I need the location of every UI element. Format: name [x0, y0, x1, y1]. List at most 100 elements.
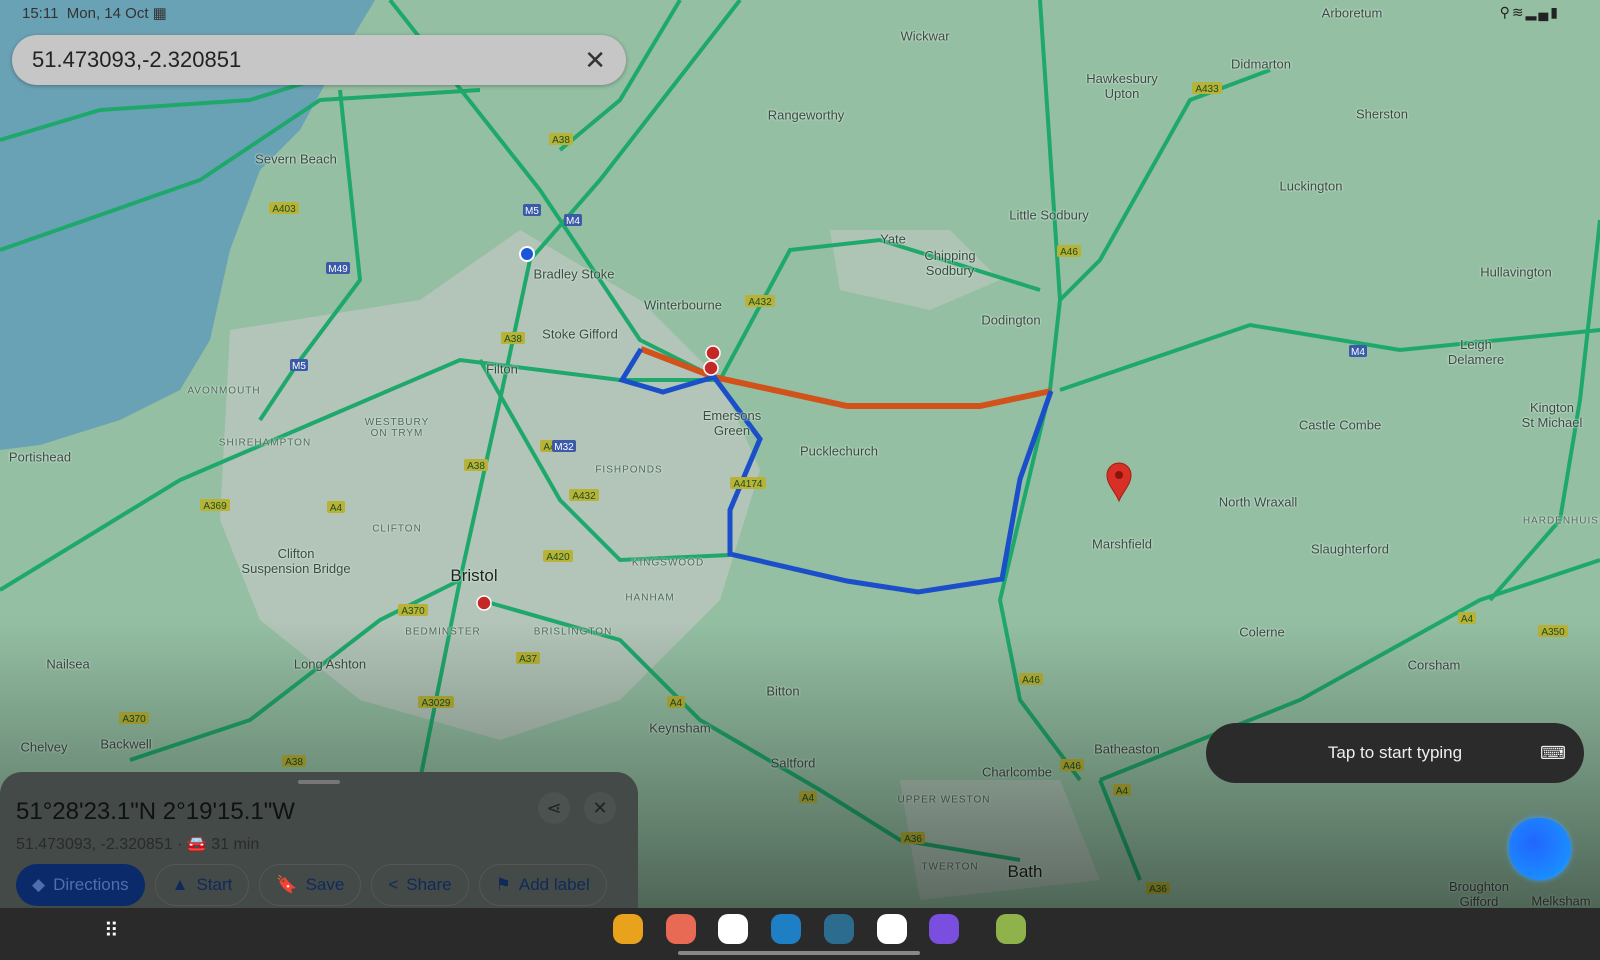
share-button[interactable]: < Share [371, 864, 469, 906]
place-label[interactable]: Castle Combe [1299, 418, 1381, 433]
close-icon[interactable]: ✕ [584, 45, 606, 76]
place-label[interactable]: Emersons Green [703, 408, 762, 438]
place-label[interactable]: FISHPONDS [595, 465, 662, 476]
place-label[interactable]: HARDENHUISH [1523, 516, 1600, 527]
dock-app-icon[interactable] [666, 914, 696, 944]
home-indicator[interactable] [678, 951, 920, 955]
place-label[interactable]: Bradley Stoke [534, 267, 615, 282]
road-shield: A38 [464, 459, 488, 472]
svg-text:A46: A46 [1060, 247, 1078, 258]
place-label[interactable]: Wickwar [900, 29, 949, 44]
svg-text:M4: M4 [566, 216, 580, 227]
place-label[interactable]: Winterbourne [644, 298, 722, 313]
place-label[interactable]: Dodington [981, 313, 1040, 328]
place-label[interactable]: SHIREHAMPTON [219, 438, 311, 449]
place-label[interactable]: Bath [1008, 862, 1043, 882]
app-drawer-icon[interactable]: ⠿ [104, 918, 119, 943]
drive-time: 31 min [211, 836, 260, 853]
drag-handle[interactable] [298, 780, 340, 784]
search-input[interactable] [32, 47, 585, 73]
place-label[interactable]: Pucklechurch [800, 444, 878, 459]
place-label[interactable]: Marshfield [1092, 537, 1152, 552]
directions-button[interactable]: ◆ Directions [16, 864, 145, 906]
place-label[interactable]: Filton [486, 362, 518, 377]
road-shield: A36 [901, 832, 925, 845]
place-label[interactable]: Bristol [450, 566, 497, 586]
dock-app-icon[interactable] [996, 914, 1026, 944]
car-icon: 🚘 [186, 836, 207, 853]
start-button[interactable]: ▲ Start [154, 864, 250, 906]
road-shield: M4 [564, 214, 582, 227]
dock-app-icon[interactable] [929, 914, 959, 944]
share-icon[interactable]: ⋖ [538, 792, 570, 824]
road-shield: A432 [745, 295, 775, 308]
svg-text:A370: A370 [122, 714, 146, 725]
place-label[interactable]: Hullavington [1480, 265, 1552, 280]
place-label[interactable]: Stoke Gifford [542, 327, 618, 342]
place-label[interactable]: KINGSWOOD [632, 558, 704, 569]
place-label[interactable]: Chelvey [21, 740, 68, 755]
place-label[interactable]: Charlcombe [982, 765, 1052, 780]
close-icon[interactable]: ✕ [584, 792, 616, 824]
place-label[interactable]: Hawkesbury Upton [1086, 71, 1158, 101]
place-label[interactable]: Clifton Suspension Bridge [241, 546, 350, 576]
svg-text:A4174: A4174 [734, 479, 763, 490]
place-label[interactable]: Didmarton [1231, 57, 1291, 72]
flag-icon: ⚑ [495, 875, 511, 894]
place-label[interactable]: Keynsham [649, 721, 710, 736]
place-label[interactable]: Backwell [100, 737, 151, 752]
place-label[interactable]: WESTBURY ON TRYM [365, 417, 430, 439]
assistant-bubble-icon[interactable] [1509, 818, 1571, 880]
place-label[interactable]: Slaughterford [1311, 542, 1389, 557]
svg-text:A4: A4 [330, 503, 343, 514]
dock-app-icon[interactable] [824, 914, 854, 944]
save-button[interactable]: 🔖 Save [259, 864, 362, 906]
svg-text:A46: A46 [1022, 675, 1040, 686]
typing-label: Tap to start typing [1327, 743, 1463, 762]
dock-app-icon[interactable] [718, 914, 748, 944]
place-label[interactable]: TWERTON [921, 862, 978, 873]
dropped-pin-icon[interactable] [1106, 462, 1132, 503]
tap-to-type-prompt[interactable]: Tap to start typing ⌨ [1206, 723, 1584, 783]
place-label[interactable]: Luckington [1280, 179, 1343, 194]
place-label[interactable]: Kington St Michael [1522, 400, 1583, 430]
label: Save [305, 875, 345, 894]
signal-icon: ▂▄ [1525, 4, 1551, 20]
place-label[interactable]: BEDMINSTER [405, 627, 481, 638]
add-label-button[interactable]: ⚑ Add label [478, 864, 607, 906]
place-label[interactable]: Long Ashton [294, 657, 366, 672]
road-shield: A37 [516, 652, 540, 665]
place-label[interactable]: Nailsea [46, 657, 89, 672]
place-label[interactable]: North Wraxall [1219, 495, 1298, 510]
place-label[interactable]: Broughton Gifford [1449, 879, 1509, 909]
svg-text:A370: A370 [401, 606, 425, 617]
place-label[interactable]: HANHAM [625, 593, 674, 604]
current-location-dot [519, 246, 535, 262]
dock-app-icon[interactable] [877, 914, 907, 944]
label: Share [406, 875, 452, 894]
place-label[interactable]: Little Sodbury [1009, 208, 1089, 223]
place-label[interactable]: AVONMOUTH [187, 386, 260, 397]
place-label[interactable]: Melksham [1531, 894, 1590, 909]
place-label[interactable]: Rangeworthy [768, 108, 845, 123]
place-label[interactable]: Sherston [1356, 107, 1408, 122]
place-label[interactable]: Saltford [771, 756, 816, 771]
place-label[interactable]: BRISLINGTON [534, 627, 613, 638]
svg-text:M5: M5 [292, 361, 306, 372]
place-label[interactable]: Leigh Delamere [1448, 337, 1504, 367]
place-label[interactable]: Batheaston [1094, 742, 1160, 757]
place-label[interactable]: Colerne [1239, 625, 1285, 640]
place-label[interactable]: Arboretum [1322, 6, 1383, 21]
dock-app-icon[interactable] [771, 914, 801, 944]
place-label[interactable]: Yate [880, 232, 906, 247]
place-label[interactable]: Bitton [766, 684, 799, 699]
dock-app-icon[interactable] [613, 914, 643, 944]
place-label[interactable]: CLIFTON [372, 524, 422, 535]
svg-text:A432: A432 [748, 297, 772, 308]
place-label[interactable]: UPPER WESTON [898, 795, 991, 806]
place-label[interactable]: Severn Beach [255, 152, 337, 167]
place-label[interactable]: Chipping Sodbury [924, 248, 975, 278]
keyboard-icon[interactable]: ⌨ [1540, 743, 1566, 764]
place-label[interactable]: Portishead [9, 450, 71, 465]
place-label[interactable]: Corsham [1408, 658, 1461, 673]
